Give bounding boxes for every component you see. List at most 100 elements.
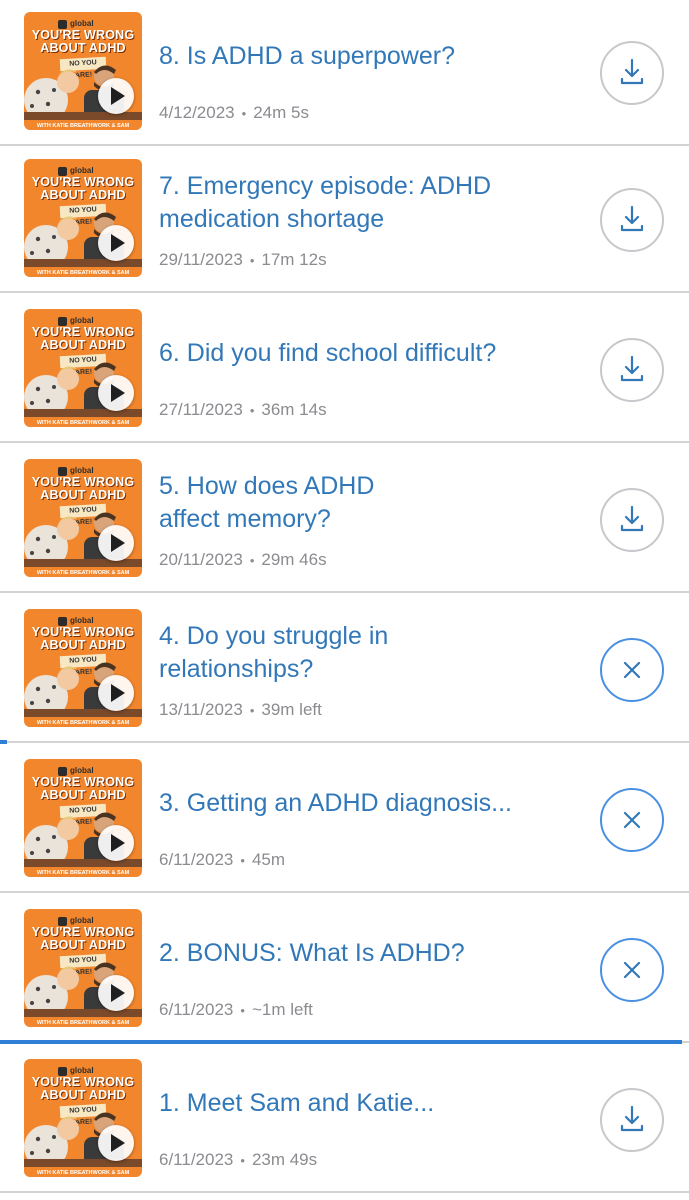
episode-duration: 29m 46s	[261, 550, 327, 569]
row-divider	[0, 741, 689, 743]
episode-meta: 13/11/2023 • 39m left	[159, 700, 579, 721]
row-divider	[0, 144, 689, 146]
episode-title[interactable]: 1. Meet Sam and Katie...	[159, 1087, 579, 1120]
play-icon[interactable]	[98, 675, 134, 711]
episode-row[interactable]: global YOU'RE WRONG ABOUT ADHD NO YOU ARE! W…	[0, 1047, 689, 1197]
close-icon	[623, 961, 641, 979]
play-icon[interactable]	[98, 525, 134, 561]
artwork-show-title: YOU'RE WRONG ABOUT ADHD	[24, 776, 142, 802]
artwork-title-line2: ABOUT ADHD	[40, 488, 126, 502]
episode-artwork[interactable]: global YOU'RE WRONG ABOUT ADHD NO YOU ARE! W…	[24, 12, 142, 130]
episode-date: 20/11/2023	[159, 550, 243, 569]
episode-date: 13/11/2023	[159, 700, 243, 719]
episode-artwork[interactable]: global YOU'RE WRONG ABOUT ADHD NO YOU ARE! W…	[24, 909, 142, 1027]
episode-artwork[interactable]: global YOU'RE WRONG ABOUT ADHD NO YOU ARE! W…	[24, 609, 142, 727]
meta-separator: •	[249, 703, 255, 718]
episode-title[interactable]: 2. BONUS: What Is ADHD?	[159, 937, 579, 970]
play-icon[interactable]	[98, 375, 134, 411]
artwork-footer: WITH KATIE BREATHWORK & SAM	[36, 1020, 130, 1026]
episode-row[interactable]: global YOU'RE WRONG ABOUT ADHD NO YOU ARE! W…	[0, 447, 689, 597]
episode-date: 6/11/2023	[159, 1150, 234, 1169]
row-divider	[0, 441, 689, 443]
meta-separator: •	[240, 1003, 245, 1018]
download-button[interactable]	[600, 1088, 664, 1152]
episode-progress-bar	[0, 740, 7, 744]
episode-title[interactable]: 3. Getting an ADHD diagnosis...	[159, 787, 579, 820]
episode-duration: 36m 14s	[261, 400, 327, 419]
row-divider	[0, 1191, 689, 1193]
episode-duration: 39m left	[261, 700, 322, 719]
episode-artwork[interactable]: global YOU'RE WRONG ABOUT ADHD NO YOU ARE! W…	[24, 459, 142, 577]
artwork-show-title: YOU'RE WRONG ABOUT ADHD	[24, 626, 142, 652]
episode-title[interactable]: 7. Emergency episode: ADHD medication sh…	[159, 170, 549, 236]
artwork-title-line2: ABOUT ADHD	[40, 638, 126, 652]
episode-title[interactable]: 4. Do you struggle in relationships?	[159, 620, 439, 686]
artwork-brand-text: global	[70, 916, 94, 925]
artwork-title-line2: ABOUT ADHD	[40, 1088, 126, 1102]
meta-separator: •	[241, 106, 247, 121]
artwork-show-title: YOU'RE WRONG ABOUT ADHD	[24, 1076, 142, 1102]
episode-meta: 6/11/2023 • 45m	[159, 850, 579, 871]
episode-date: 6/11/2023	[159, 1000, 234, 1019]
episode-row[interactable]: global YOU'RE WRONG ABOUT ADHD NO YOU ARE! W…	[0, 597, 689, 747]
episode-title[interactable]: 8. Is ADHD a superpower?	[159, 40, 579, 73]
play-icon[interactable]	[98, 825, 134, 861]
download-button[interactable]	[600, 488, 664, 552]
episode-date: 27/11/2023	[159, 400, 243, 419]
episode-meta: 6/11/2023 • 23m 49s	[159, 1150, 579, 1171]
meta-separator: •	[249, 553, 255, 568]
row-divider	[0, 291, 689, 293]
cancel-download-button[interactable]	[600, 638, 664, 702]
episode-progress-bar	[0, 1040, 682, 1044]
artwork-footer: WITH KATIE BREATHWORK & SAM	[36, 720, 130, 726]
download-icon	[620, 355, 644, 382]
episode-row[interactable]: global YOU'RE WRONG ABOUT ADHD NO YOU ARE! W…	[0, 297, 689, 447]
download-button[interactable]	[600, 338, 664, 402]
artwork-title-line2: ABOUT ADHD	[40, 788, 126, 802]
artwork-title-line2: ABOUT ADHD	[40, 41, 126, 55]
cancel-download-button[interactable]	[600, 938, 664, 1002]
episode-meta: 20/11/2023 • 29m 46s	[159, 550, 579, 571]
play-icon[interactable]	[98, 1125, 134, 1161]
episode-artwork[interactable]: global YOU'RE WRONG ABOUT ADHD NO YOU ARE! W…	[24, 1059, 142, 1177]
artwork-footer: WITH KATIE BREATHWORK & SAM	[36, 123, 130, 129]
artwork-footer: WITH KATIE BREATHWORK & SAM	[36, 870, 130, 876]
episode-title[interactable]: 6. Did you find school difficult?	[159, 337, 579, 370]
artwork-title-line2: ABOUT ADHD	[40, 188, 126, 202]
download-icon	[620, 505, 644, 532]
artwork-brand-text: global	[70, 1066, 94, 1075]
cancel-download-button[interactable]	[600, 788, 664, 852]
download-button[interactable]	[600, 188, 664, 252]
artwork-show-title: YOU'RE WRONG ABOUT ADHD	[24, 176, 142, 202]
episode-list: global YOU'RE WRONG ABOUT ADHD NO YOU ARE! W…	[0, 0, 689, 1200]
episode-title[interactable]: 5. How does ADHD affect memory?	[159, 470, 419, 536]
meta-separator: •	[240, 1153, 245, 1168]
artwork-footer: WITH KATIE BREATHWORK & SAM	[36, 1170, 130, 1176]
episode-artwork[interactable]: global YOU'RE WRONG ABOUT ADHD NO YOU ARE! W…	[24, 309, 142, 427]
artwork-footer: WITH KATIE BREATHWORK & SAM	[36, 270, 130, 276]
artwork-brand-text: global	[70, 766, 94, 775]
close-icon	[623, 811, 641, 829]
episode-date: 4/12/2023	[159, 103, 235, 122]
episode-duration: 17m 12s	[261, 250, 327, 269]
episode-row[interactable]: global YOU'RE WRONG ABOUT ADHD NO YOU ARE! W…	[0, 147, 689, 297]
artwork-footer: WITH KATIE BREATHWORK & SAM	[36, 420, 130, 426]
episode-row[interactable]: global YOU'RE WRONG ABOUT ADHD NO YOU ARE! W…	[0, 897, 689, 1047]
play-icon[interactable]	[98, 225, 134, 261]
episode-row[interactable]: global YOU'RE WRONG ABOUT ADHD NO YOU ARE! W…	[0, 0, 689, 150]
episode-row[interactable]: global YOU'RE WRONG ABOUT ADHD NO YOU ARE! W…	[0, 747, 689, 897]
download-icon	[620, 58, 644, 85]
artwork-brand-text: global	[70, 19, 94, 28]
artwork-footer: WITH KATIE BREATHWORK & SAM	[36, 570, 130, 576]
artwork-brand-text: global	[70, 616, 94, 625]
artwork-brand-text: global	[70, 166, 94, 175]
artwork-show-title: YOU'RE WRONG ABOUT ADHD	[24, 926, 142, 952]
play-icon[interactable]	[98, 78, 134, 114]
artwork-show-title: YOU'RE WRONG ABOUT ADHD	[24, 476, 142, 502]
play-icon[interactable]	[98, 975, 134, 1011]
episode-meta: 6/11/2023 • ~1m left	[159, 1000, 579, 1021]
episode-artwork[interactable]: global YOU'RE WRONG ABOUT ADHD NO YOU ARE! W…	[24, 759, 142, 877]
download-icon	[620, 205, 644, 232]
episode-artwork[interactable]: global YOU'RE WRONG ABOUT ADHD NO YOU ARE! W…	[24, 159, 142, 277]
download-button[interactable]	[600, 41, 664, 105]
